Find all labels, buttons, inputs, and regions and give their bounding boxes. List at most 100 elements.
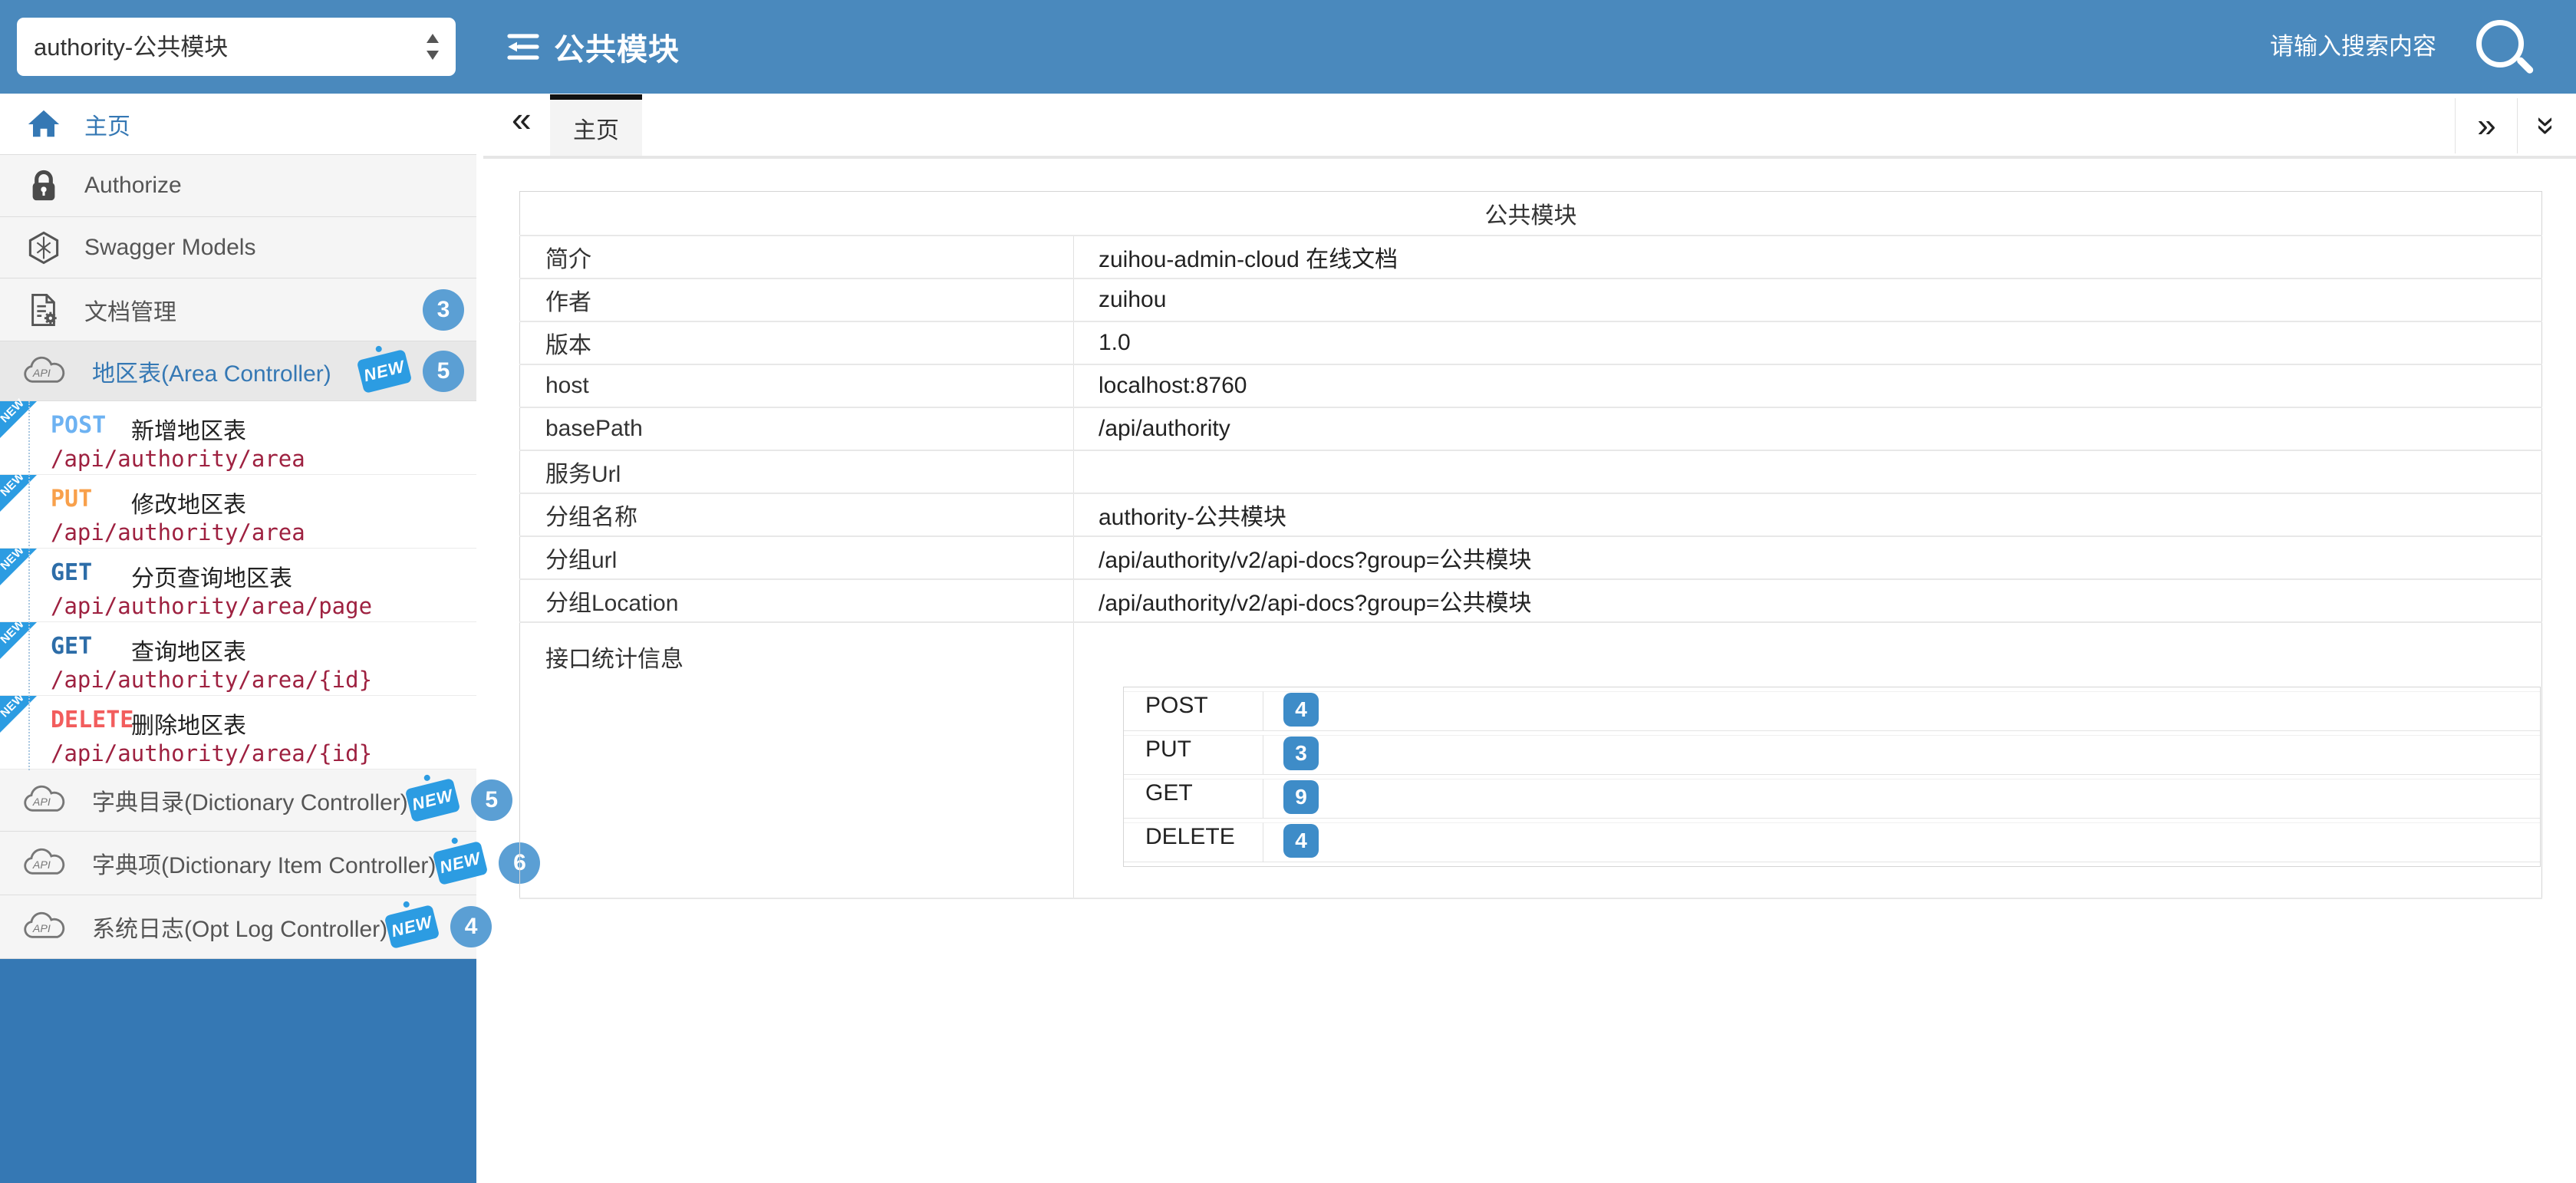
app-title: 公共模块: [554, 25, 680, 69]
table-title-row: 公共模块: [520, 192, 2542, 236]
sidebar-filler: [0, 959, 476, 1183]
endpoint-method: POST: [51, 412, 127, 439]
endpoint-method: GET: [51, 559, 127, 586]
svg-text:API: API: [32, 796, 51, 809]
top-header: authority-公共模块 公共模块: [0, 0, 2576, 94]
row-label: 作者: [520, 278, 1074, 321]
controller-label: 地区表(Area Controller): [92, 354, 331, 388]
models-hexagon-icon: [26, 230, 61, 265]
module-info-table: 公共模块 简介 zuihou-admin-cloud 在线文档 作者 zuiho…: [519, 191, 2542, 899]
row-value: zuihou-admin-cloud 在线文档: [1074, 236, 2542, 278]
endpoint-add-area[interactable]: NEW POST 新增地区表 /api/authority/area: [0, 401, 476, 475]
new-sign-icon: NEW: [404, 778, 460, 822]
table-row: 简介 zuihou-admin-cloud 在线文档: [520, 236, 2542, 278]
sidebar-item-label: 文档管理: [84, 293, 176, 327]
stats-row: 接口统计信息 POST 4 PUT 3 GET 9: [520, 622, 2542, 898]
count-badge: 5: [423, 351, 464, 392]
stats-table-row: DELETE 4: [1124, 822, 2540, 862]
collapse-left-icon[interactable]: «: [512, 98, 532, 140]
sidebar-item-label: Swagger Models: [84, 235, 255, 261]
row-label: host: [520, 364, 1074, 407]
endpoint-path: /api/authority/area: [51, 446, 305, 472]
endpoint-method: DELETE: [51, 707, 127, 733]
count-badge: 5: [471, 779, 512, 821]
row-label: basePath: [520, 407, 1074, 450]
endpoint-page-area[interactable]: NEW GET 分页查询地区表 /api/authority/area/page: [0, 549, 476, 622]
count-badge: 3: [423, 289, 464, 331]
svg-text:API: API: [32, 923, 51, 935]
stats-method: GET: [1124, 779, 1263, 819]
table-row: 分组Location /api/authority/v2/api-docs?gr…: [520, 579, 2542, 622]
svg-text:API: API: [32, 859, 51, 872]
row-value: /api/authority: [1074, 407, 2542, 450]
row-value: authority-公共模块: [1074, 493, 2542, 536]
stats-table-row: POST 4: [1124, 691, 2540, 731]
stats-table-row: PUT 3: [1124, 735, 2540, 775]
endpoint-method: GET: [51, 633, 127, 660]
endpoint-path: /api/authority/area: [51, 519, 305, 545]
sidebar-item-swagger-models[interactable]: Swagger Models: [0, 217, 476, 278]
home-icon: [26, 107, 61, 142]
group-select[interactable]: authority-公共模块: [17, 18, 456, 76]
endpoint-path: /api/authority/area/{id}: [51, 667, 372, 693]
swagger-bootstrap-ui: authority-公共模块 公共模块 主页: [0, 0, 2576, 1183]
svg-text:API: API: [32, 367, 51, 380]
row-value: localhost:8760: [1074, 364, 2542, 407]
stats-table-row: GET 9: [1124, 779, 2540, 819]
tabstrip-border: [483, 156, 2576, 159]
table-row: 分组url /api/authority/v2/api-docs?group=公…: [520, 536, 2542, 579]
row-value: [1074, 450, 2542, 493]
stats-count-badge: 9: [1283, 780, 1319, 814]
endpoint-name: 删除地区表: [131, 707, 246, 740]
row-label: 分组名称: [520, 493, 1074, 536]
api-cloud-icon: API: [20, 783, 69, 817]
table-row: 作者 zuihou: [520, 278, 2542, 321]
endpoint-name: 新增地区表: [131, 412, 246, 446]
endpoint-path: /api/authority/area/{id}: [51, 740, 372, 766]
sidebar-item-label: Authorize: [84, 173, 182, 199]
stats-method: PUT: [1124, 735, 1263, 775]
endpoint-path: /api/authority/area/page: [51, 593, 372, 619]
tab-strip: « 主页 » »: [476, 94, 2576, 156]
collapse-down-icon[interactable]: »: [2517, 98, 2576, 153]
new-sign-icon: NEW: [357, 348, 413, 393]
method-stats-table: POST 4 PUT 3 GET 9 DELETE 4: [1123, 687, 2541, 867]
endpoint-edit-area[interactable]: NEW PUT 修改地区表 /api/authority/area: [0, 475, 476, 549]
stats-count-badge: 4: [1283, 824, 1319, 858]
stats-method: POST: [1124, 691, 1263, 731]
row-label: 分组Location: [520, 579, 1074, 622]
new-ribbon-icon: NEW: [0, 401, 37, 438]
sidebar-controller-dictionary-item[interactable]: API 字典项(Dictionary Item Controller) NEW …: [0, 832, 476, 895]
endpoint-name: 修改地区表: [131, 486, 246, 519]
count-badge: 4: [450, 906, 492, 947]
brand: 公共模块: [505, 0, 680, 94]
endpoint-delete-area[interactable]: NEW DELETE 删除地区表 /api/authority/area/{id…: [0, 696, 476, 769]
endpoint-get-area[interactable]: NEW GET 查询地区表 /api/authority/area/{id}: [0, 622, 476, 696]
api-cloud-icon: API: [20, 846, 69, 880]
tab-home[interactable]: 主页: [550, 94, 642, 156]
controller-label: 字典项(Dictionary Item Controller): [92, 846, 436, 880]
sidebar-item-label: 主页: [84, 107, 130, 141]
stats-label: 接口统计信息: [520, 622, 1074, 898]
sidebar-item-home[interactable]: 主页: [0, 94, 476, 155]
sidebar-item-doc-manage[interactable]: 文档管理 3: [0, 278, 476, 341]
sidebar-controller-dictionary[interactable]: API 字典目录(Dictionary Controller) NEW 5: [0, 769, 476, 832]
row-value: /api/authority/v2/api-docs?group=公共模块: [1074, 536, 2542, 579]
sidebar-controller-opt-log[interactable]: API 系统日志(Opt Log Controller) NEW 4: [0, 895, 476, 959]
sidebar-item-authorize[interactable]: Authorize: [0, 155, 476, 217]
row-label: 服务Url: [520, 450, 1074, 493]
row-label: 版本: [520, 321, 1074, 364]
table-row: 分组名称 authority-公共模块: [520, 493, 2542, 536]
sidebar-controller-area[interactable]: API 地区表(Area Controller) NEW 5: [0, 341, 476, 401]
search-input[interactable]: [2036, 23, 2438, 71]
endpoint-name: 分页查询地区表: [131, 559, 292, 593]
table-row: basePath /api/authority: [520, 407, 2542, 450]
stats-count-badge: 3: [1283, 736, 1319, 770]
row-value: /api/authority/v2/api-docs?group=公共模块: [1074, 579, 2542, 622]
search-icon[interactable]: [2475, 18, 2532, 75]
lock-icon: [26, 168, 61, 203]
menu-lines-icon: [505, 31, 542, 63]
collapse-right-icon[interactable]: »: [2455, 98, 2518, 153]
row-value: zuihou: [1074, 278, 2542, 321]
table-row: 服务Url: [520, 450, 2542, 493]
